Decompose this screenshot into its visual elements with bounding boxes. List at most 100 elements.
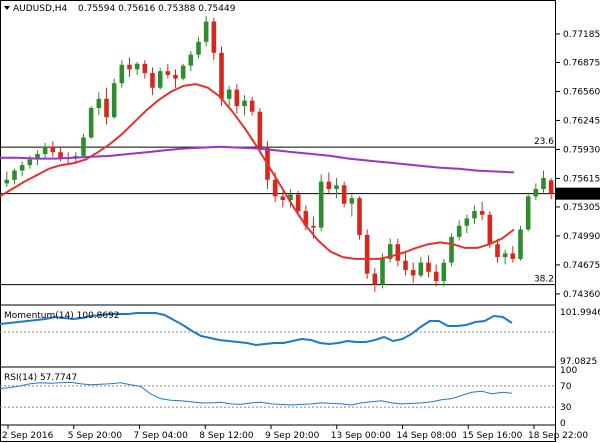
candle-body [433,271,439,281]
candle-body [418,262,424,276]
candle-body [211,21,217,53]
chart-frame [0,0,556,442]
time-tick-label: 2 Sep 2016 [2,431,54,441]
moving-average-slow-line [0,145,515,174]
candle-body [134,63,140,70]
time-tick-label: 14 Sep 08:00 [397,431,457,441]
candle-body [249,100,255,112]
time-tick-label: 5 Sep 20:00 [68,431,123,441]
candle-body [226,89,232,99]
candle-body [295,194,301,212]
price-tick-label: 0.76560 [563,87,600,97]
candle-body [173,74,178,79]
candle-body [487,214,493,245]
candle-body [242,100,247,107]
candle-body [257,111,263,147]
candle-body [4,179,10,184]
candle-body [27,159,33,166]
candle-body [349,198,355,204]
candle-body [142,63,148,74]
price-tick-label: 0.76245 [563,116,600,126]
candle-body [548,180,554,194]
candle-body [12,170,17,180]
candles [4,16,554,293]
candle-body [357,198,362,235]
candle-body [119,64,125,84]
candle-body [219,52,224,99]
fib-level-label: 23.6 [534,137,554,147]
candle-body [88,108,94,138]
candle-body [203,21,209,42]
candle-body [426,262,431,272]
candle-body [380,258,385,285]
candle-body [372,273,378,285]
candle-body [96,98,102,109]
moving-average-fast-line [0,83,515,260]
price-tick-label: 0.77185 [563,30,600,40]
rsi-scale-label: 100 [560,366,577,376]
candle-body [157,71,163,88]
candle-body [188,54,194,66]
price-tick-label: 0.74990 [563,232,600,242]
candle-body [58,152,63,158]
candle-body [127,64,132,70]
candle-body [502,253,508,258]
time-axis: 2 Sep 2016 5 Sep 20:00 7 Sep 04:00 8 Sep 12… [2,425,588,441]
price-axis: 0.77185 0.76875 0.76560 0.76245 0.75930 0.756… [556,30,600,300]
price-chart[interactable]: AUDUSD,H4 0.75594 0.75616 0.75388 0.7544… [0,0,600,443]
candle-body [196,41,201,55]
candle-body [318,181,324,228]
momentum-scale-label: 101.9946 [560,308,600,318]
rsi-scale-label: 0 [560,419,566,429]
candle-body [518,229,523,259]
fib-level-label: 38.2 [534,275,554,285]
candle-body [111,83,117,118]
time-tick-label: 8 Sep 12:00 [199,431,254,441]
candle-body [234,89,240,107]
time-tick-label: 7 Sep 04:00 [134,431,189,441]
candle-body [533,188,539,197]
down-triangle-icon [4,6,10,10]
candle-body [495,244,500,258]
candle-body [479,211,485,215]
candle-body [410,269,416,276]
rsi-scale-label: 30 [560,403,572,413]
candle-body [165,71,171,75]
candle-body [395,244,401,261]
candle-body [280,196,286,201]
price-tick-label: 0.74360 [563,290,600,300]
candle-body [19,165,25,171]
candle-body [510,253,516,259]
price-tick-label: 0.75615 [563,174,600,184]
price-tick-label: 0.75305 [563,203,600,213]
candle-body [50,146,56,153]
candle-body [403,260,408,270]
candle-body [525,196,531,230]
candle-body [326,181,332,189]
candle-body [456,225,462,237]
rsi-pane: 100 70 30 0 [0,366,577,429]
price-tick-label: 0.76875 [563,58,600,68]
price-tick-label: 0.75930 [563,145,600,155]
candle-body [341,185,347,204]
ohlc-readout: 0.75594 0.75616 0.75388 0.75449 [78,4,236,14]
candle-body [81,137,86,156]
momentum-title: Momentum(14) 100.8692 [4,311,120,321]
candle-body [449,236,454,263]
candle-body [104,98,109,118]
candle-body [472,211,477,219]
current-price-label: 0.75449 [560,190,597,200]
time-tick-label: 9 Sep 20:00 [265,431,320,441]
candle-body [464,218,470,226]
rsi-scale-label: 70 [560,382,572,392]
candle-body [42,146,48,155]
candle-body [541,177,546,189]
candle-body [272,179,278,197]
price-tick-label: 0.74675 [563,261,600,271]
time-tick-label: 15 Sep 16:00 [462,431,522,441]
moving-averages [0,83,515,260]
candle-body [180,65,186,79]
candle-body [364,234,370,274]
candle-body [441,262,447,281]
time-tick-label: 18 Sep 22:00 [528,431,588,441]
